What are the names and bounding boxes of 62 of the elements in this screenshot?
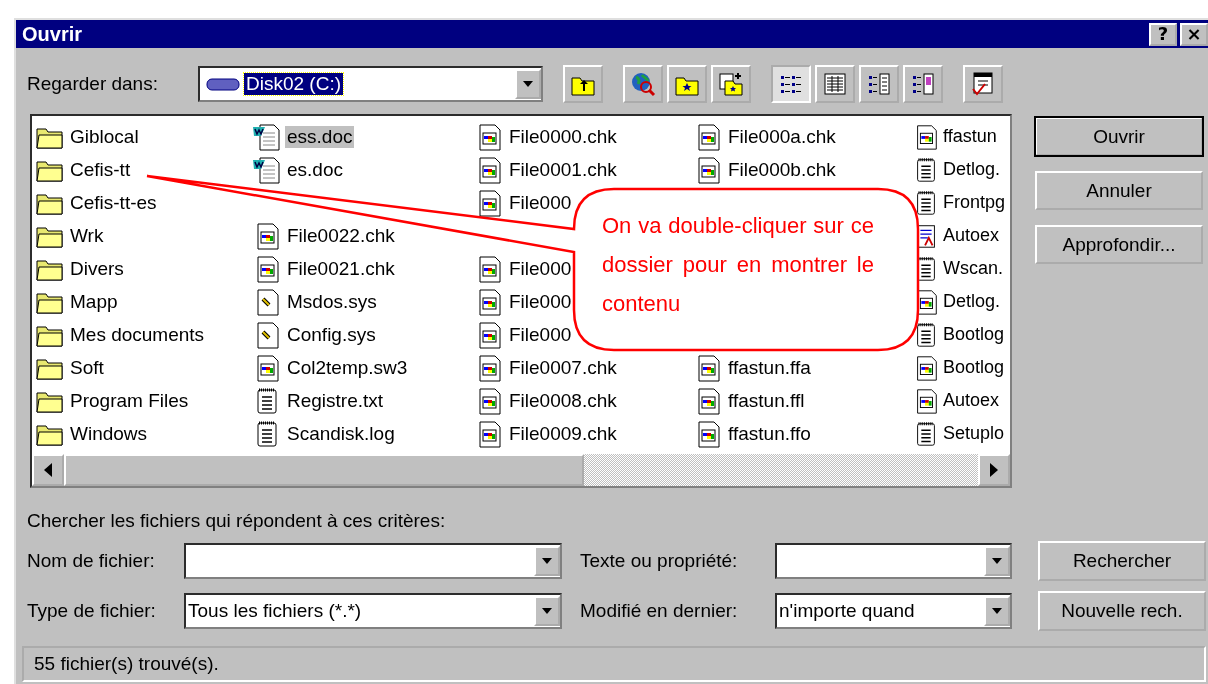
- look-in-dropdown[interactable]: Disk02 (C:): [198, 66, 543, 102]
- dropdown-field[interactable]: n'importe quand: [775, 593, 1012, 629]
- close-button[interactable]: ×: [1180, 22, 1208, 46]
- file-item[interactable]: Frontpg: [941, 192, 1008, 213]
- file-item[interactable]: Divers: [68, 257, 126, 280]
- file-item[interactable]: Autoex: [941, 390, 1002, 411]
- dialog-button[interactable]: Ouvrir: [1035, 117, 1203, 156]
- file-item[interactable]: Windows: [68, 422, 150, 445]
- file-item[interactable]: File000: [507, 257, 574, 280]
- file-item[interactable]: ffastun.ffl: [726, 389, 807, 412]
- file-item[interactable]: File000a.chk: [726, 125, 838, 148]
- file-item[interactable]: ess.doc: [285, 125, 355, 148]
- file-item[interactable]: File000: [507, 191, 574, 214]
- file-item[interactable]: File000b.chk: [726, 158, 838, 181]
- file-item[interactable]: File0021.chk: [285, 257, 397, 280]
- file-item[interactable]: Col2temp.sw3: [285, 356, 410, 379]
- field-label: Regarder dans:: [27, 73, 159, 95]
- file-item[interactable]: File000: [507, 323, 574, 346]
- file-item[interactable]: Wscan.: [941, 258, 1005, 279]
- file-item[interactable]: File0001.chk: [507, 158, 619, 181]
- field-label: Nom de fichier:: [27, 550, 156, 572]
- file-item[interactable]: Mapp: [68, 290, 120, 313]
- file-item[interactable]: File0022.chk: [285, 224, 397, 247]
- file-item[interactable]: Cefis-tt-es: [68, 191, 159, 214]
- file-item[interactable]: File0007.chk: [507, 356, 619, 379]
- field-label: Type de fichier:: [27, 600, 157, 622]
- dialog-button[interactable]: Approfondir...: [1035, 225, 1203, 264]
- field-label: Modifié en dernier:: [580, 600, 739, 622]
- file-item[interactable]: Wrk: [68, 224, 106, 247]
- file-item[interactable]: Program Files: [68, 389, 191, 412]
- file-item[interactable]: ffastun.ffo: [726, 422, 813, 445]
- section-heading: Chercher les fichiers qui répondent à ces critères:: [27, 510, 447, 533]
- dialog-button[interactable]: Rechercher: [1038, 541, 1206, 581]
- window-title: Ouvrir: [22, 22, 83, 46]
- file-item[interactable]: Registre.txt: [285, 389, 386, 412]
- file-item[interactable]: ffastun: [941, 126, 999, 147]
- file-item[interactable]: Scandisk.log: [285, 422, 397, 445]
- help-button[interactable]: ?: [1149, 22, 1177, 46]
- file-item[interactable]: Bootlog: [941, 324, 1007, 345]
- file-item[interactable]: Detlog.: [941, 291, 1003, 312]
- file-item[interactable]: Config.sys: [285, 323, 378, 346]
- file-item[interactable]: Cefis-tt: [68, 158, 133, 181]
- field-label: Texte ou propriété:: [580, 550, 739, 572]
- file-item[interactable]: es.doc: [285, 158, 345, 181]
- file-item[interactable]: File0000.chk: [507, 125, 619, 148]
- callout-text: On va double-cliquer sur ce dossier pour en montrer le contenu: [602, 212, 874, 318]
- file-item[interactable]: Autoex: [941, 225, 1002, 246]
- file-item[interactable]: File000: [507, 290, 574, 313]
- file-item[interactable]: ffastun.ffa: [726, 356, 813, 379]
- dialog-button[interactable]: Annuler: [1035, 171, 1203, 210]
- dropdown-field[interactable]: Tous les fichiers (*.*): [184, 593, 562, 629]
- file-item[interactable]: Giblocal: [68, 125, 141, 148]
- file-item[interactable]: File0009.chk: [507, 422, 619, 445]
- file-item[interactable]: Bootlog: [941, 357, 1007, 378]
- file-item[interactable]: Soft: [68, 356, 106, 379]
- file-item[interactable]: File0008.chk: [507, 389, 619, 412]
- status-bar: 55 fichier(s) trouvé(s).: [22, 646, 1206, 682]
- file-item[interactable]: Mes documents: [68, 323, 207, 346]
- dialog-button[interactable]: Nouvelle rech.: [1038, 591, 1206, 631]
- file-item[interactable]: Msdos.sys: [285, 290, 379, 313]
- file-item[interactable]: Detlog.: [941, 159, 1003, 180]
- file-item[interactable]: Setuplo: [941, 423, 1007, 444]
